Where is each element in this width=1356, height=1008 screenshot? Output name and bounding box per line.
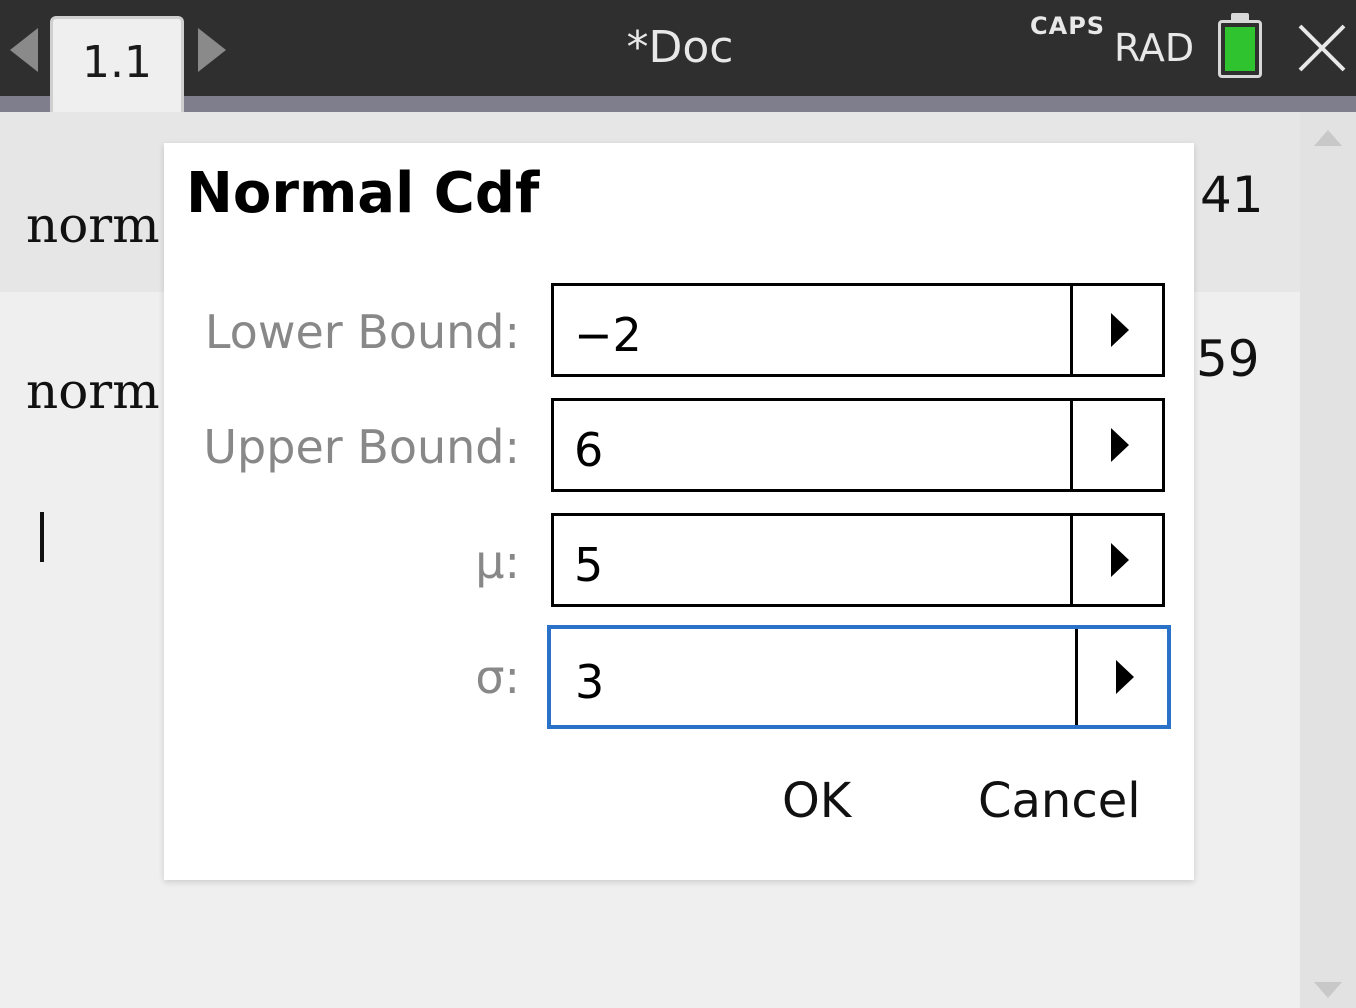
upper-bound-value[interactable]: 6 [574,423,603,477]
history-expression: norm [26,362,160,420]
history-expression: norm [26,196,160,254]
entry-cursor[interactable] [40,512,44,562]
upper-bound-label: Upper Bound: [203,420,520,474]
std-dev-menu-arrow-icon[interactable] [1075,629,1167,725]
normal-cdf-dialog: Normal Cdf Lower Bound: −2 Upper Bound: … [164,143,1194,880]
scroll-down-arrow-icon[interactable] [1314,982,1342,998]
upper-bound-field[interactable]: 6 [551,398,1165,492]
scrollbar[interactable] [1300,112,1356,1008]
lower-bound-field[interactable]: −2 [551,283,1165,377]
lower-bound-value[interactable]: −2 [574,308,642,362]
ok-button[interactable]: OK [782,773,851,829]
next-page-arrow-icon[interactable] [198,28,226,72]
dialog-title: Normal Cdf [186,161,540,226]
history-result: 41 [1200,166,1264,224]
tab-strip [0,96,1356,112]
close-icon[interactable] [1296,22,1348,74]
scroll-up-arrow-icon[interactable] [1314,130,1342,146]
mean-field[interactable]: 5 [551,513,1165,607]
battery-level [1225,27,1255,71]
upper-bound-menu-arrow-icon[interactable] [1070,401,1162,489]
cancel-button[interactable]: Cancel [978,773,1141,829]
previous-page-arrow-icon[interactable] [10,28,38,72]
page-tab-label: 1.1 [82,37,152,88]
std-dev-label: σ: [475,650,520,704]
mean-value[interactable]: 5 [574,538,603,592]
angle-mode-indicator: RAD [1114,26,1195,70]
page-tab[interactable]: 1.1 [50,16,184,116]
history-result: 59 [1196,330,1260,388]
lower-bound-menu-arrow-icon[interactable] [1070,286,1162,374]
document-title: *Doc [626,22,734,73]
caps-indicator: CAPS [1030,12,1106,40]
mean-label: μ: [475,535,520,589]
std-dev-value[interactable]: 3 [575,655,604,709]
mean-menu-arrow-icon[interactable] [1070,516,1162,604]
battery-icon [1218,20,1262,78]
lower-bound-label: Lower Bound: [204,305,520,359]
std-dev-field[interactable]: 3 [547,625,1171,729]
